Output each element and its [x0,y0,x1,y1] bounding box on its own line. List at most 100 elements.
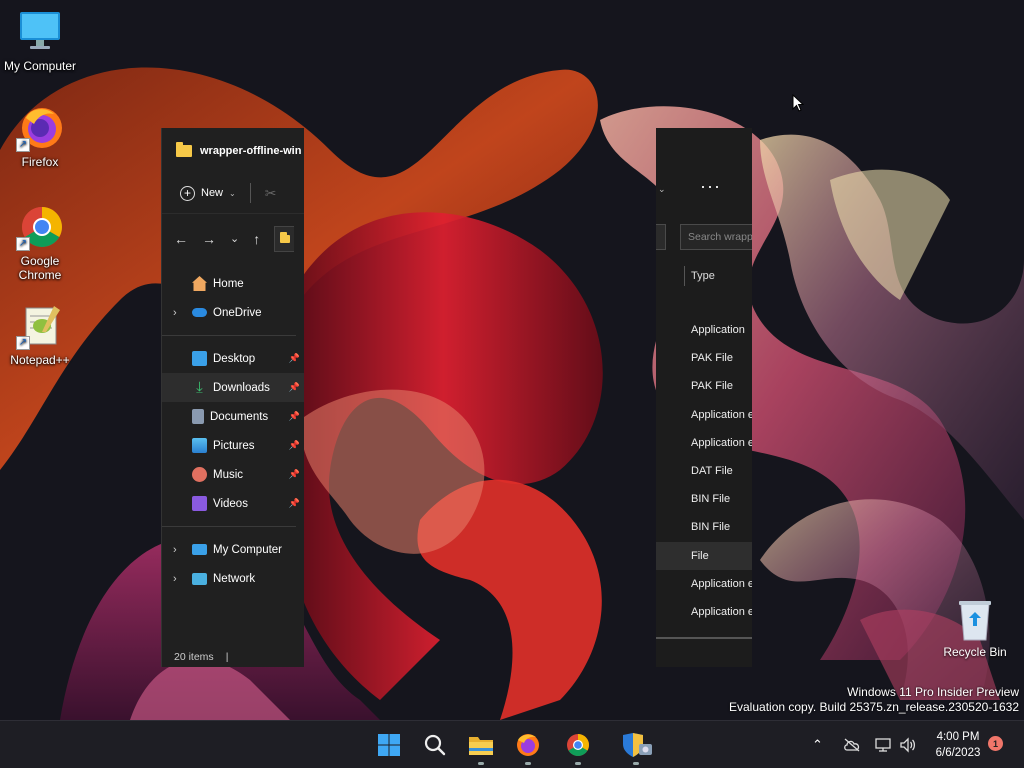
search-placeholder: Search wrapp [688,231,752,243]
desktop-icon-my-computer[interactable]: My Computer [0,8,80,73]
home-icon [192,276,207,291]
back-arrow-icon[interactable]: ← [174,231,188,247]
desktop-icon-label: My Computer [3,59,77,73]
taskbar-admin-tool[interactable] [616,729,656,765]
start-icon [378,734,400,756]
nav-item-label: My Computer [213,543,283,556]
nav-item-documents[interactable]: Documents 📌 [162,402,304,431]
tray-onedrive-status[interactable] [843,721,861,768]
expand-chevron-icon[interactable]: › [173,307,177,319]
forward-arrow-icon[interactable]: → [202,231,216,247]
expand-chevron-icon[interactable]: › [173,573,177,585]
nav-item-pictures[interactable]: Pictures 📌 [162,431,304,460]
plus-icon: + [180,185,195,201]
chevron-down-icon[interactable]: ⌄ [658,184,666,195]
address-bar-end[interactable] [656,224,666,250]
explorer-command-bar: + New ⌄ ✂ [162,173,304,213]
desktop-wallpaper [0,0,1024,720]
shortcut-arrow-icon: ↗ [16,336,30,350]
recent-locations-chevron-icon[interactable]: ⌄ [230,232,239,245]
file-row-type[interactable]: Application e [656,429,752,457]
desktop-icon-label: Firefox [21,155,59,169]
taskbar-file-explorer[interactable] [465,729,497,765]
file-row-type-hovered[interactable]: File [656,541,752,570]
running-indicator [575,762,581,765]
pin-icon: 📌 [288,440,300,450]
nav-item-label: Network [213,572,256,585]
file-row-type[interactable]: BIN File [656,513,752,541]
file-row-type[interactable]: Application [656,316,752,344]
nav-item-downloads[interactable]: ⤓ Downloads 📌 [162,373,304,402]
pin-icon: 📌 [288,411,300,421]
nav-item-label: Downloads [213,381,270,394]
desktop-icon-recycle-bin[interactable]: Recycle Bin [937,598,1013,659]
nav-item-label: OneDrive [213,306,262,319]
nav-item-label: Documents [210,410,269,423]
nav-item-my-computer[interactable]: › My Computer [162,535,304,564]
file-row-type[interactable]: Application e [656,598,752,626]
videos-icon [192,496,207,511]
desktop-icon-firefox[interactable]: ↗ Firefox [0,104,80,169]
tray-volume[interactable] [899,721,917,768]
column-header-type[interactable]: Type [684,266,715,286]
nav-item-home[interactable]: Home [162,269,304,298]
expand-chevron-icon[interactable]: › [173,544,177,556]
cloud-icon [192,308,207,317]
nav-item-label: Videos [213,497,248,510]
more-options-icon[interactable]: ··· [700,176,721,197]
computer-icon [192,544,207,555]
cut-icon[interactable]: ✂ [265,185,277,202]
file-row-type[interactable]: DAT File [656,457,752,485]
nav-item-desktop[interactable]: Desktop 📌 [162,344,304,373]
taskbar-firefox[interactable] [512,729,544,765]
chevron-up-icon: ⌃ [812,737,823,752]
search-button[interactable] [419,729,451,761]
desktop-icon-google-chrome[interactable]: ↗ Google Chrome [0,203,80,282]
nav-item-label: Pictures [213,439,255,452]
address-bar[interactable] [274,225,295,252]
file-row-type[interactable]: Application e [656,401,752,429]
notification-badge[interactable]: 1 [988,736,1003,751]
nav-item-network[interactable]: › Network [162,564,304,593]
new-button[interactable]: + New ⌄ [180,185,236,201]
desktop-icon-notepad-plus-plus[interactable]: ↗ Notepad++ [0,302,80,367]
explorer-title-bar[interactable]: wrapper-offline-win [162,128,304,173]
watermark-line-2: Evaluation copy. Build 25375.zn_release.… [729,700,1019,714]
desktop-icon-label: Notepad++ [10,353,70,367]
up-arrow-icon[interactable]: ↑ [253,231,260,247]
file-row-type[interactable]: PAK File [656,372,752,400]
recycle-bin-icon [955,598,995,642]
notepad-plus-plus-icon: ↗ [16,302,64,350]
taskbar: ⌃ 4:00 PM 6/6/2023 [0,720,1024,768]
file-explorer-window-right[interactable]: ⌄ ··· Search wrapp Type Application PAK … [656,128,752,667]
show-hidden-icons-button[interactable]: ⌃ [812,721,823,768]
search-icon [424,734,446,756]
search-input[interactable]: Search wrapp [680,224,752,250]
file-row-type[interactable]: PAK File [656,344,752,372]
nav-item-label: Music [213,468,244,481]
clock-date: 6/6/2023 [935,747,981,759]
nav-item-videos[interactable]: Videos 📌 [162,489,304,518]
nav-item-onedrive[interactable]: › OneDrive [162,298,304,327]
taskbar-chrome[interactable] [562,729,594,765]
watermark-line-1: Windows 11 Pro Insider Preview [847,685,1019,699]
folder-icon [176,141,192,157]
file-row-type[interactable]: BIN File [656,485,752,513]
clock-time: 4:00 PM [936,731,980,743]
documents-icon [192,409,204,424]
network-icon [875,738,891,752]
tray-network[interactable] [874,721,892,768]
nav-item-music[interactable]: Music 📌 [162,460,304,489]
explorer-title: wrapper-offline-win [200,144,302,157]
taskbar-clock[interactable]: 4:00 PM 6/6/2023 [926,729,990,761]
nav-divider [162,335,296,336]
computer-icon [16,8,64,56]
firefox-icon: ↗ [16,104,64,152]
horizontal-scrollbar[interactable] [656,637,752,639]
status-bar: 20 items | [174,651,228,663]
desktop-icon-label: Google Chrome [18,254,62,282]
chevron-down-icon: ⌄ [229,188,236,198]
file-row-type[interactable]: Application e [656,570,752,598]
file-explorer-window-left[interactable]: wrapper-offline-win + New ⌄ ✂ ← → ⌄ ↑ Ho… [161,128,304,667]
start-button[interactable] [373,729,405,761]
